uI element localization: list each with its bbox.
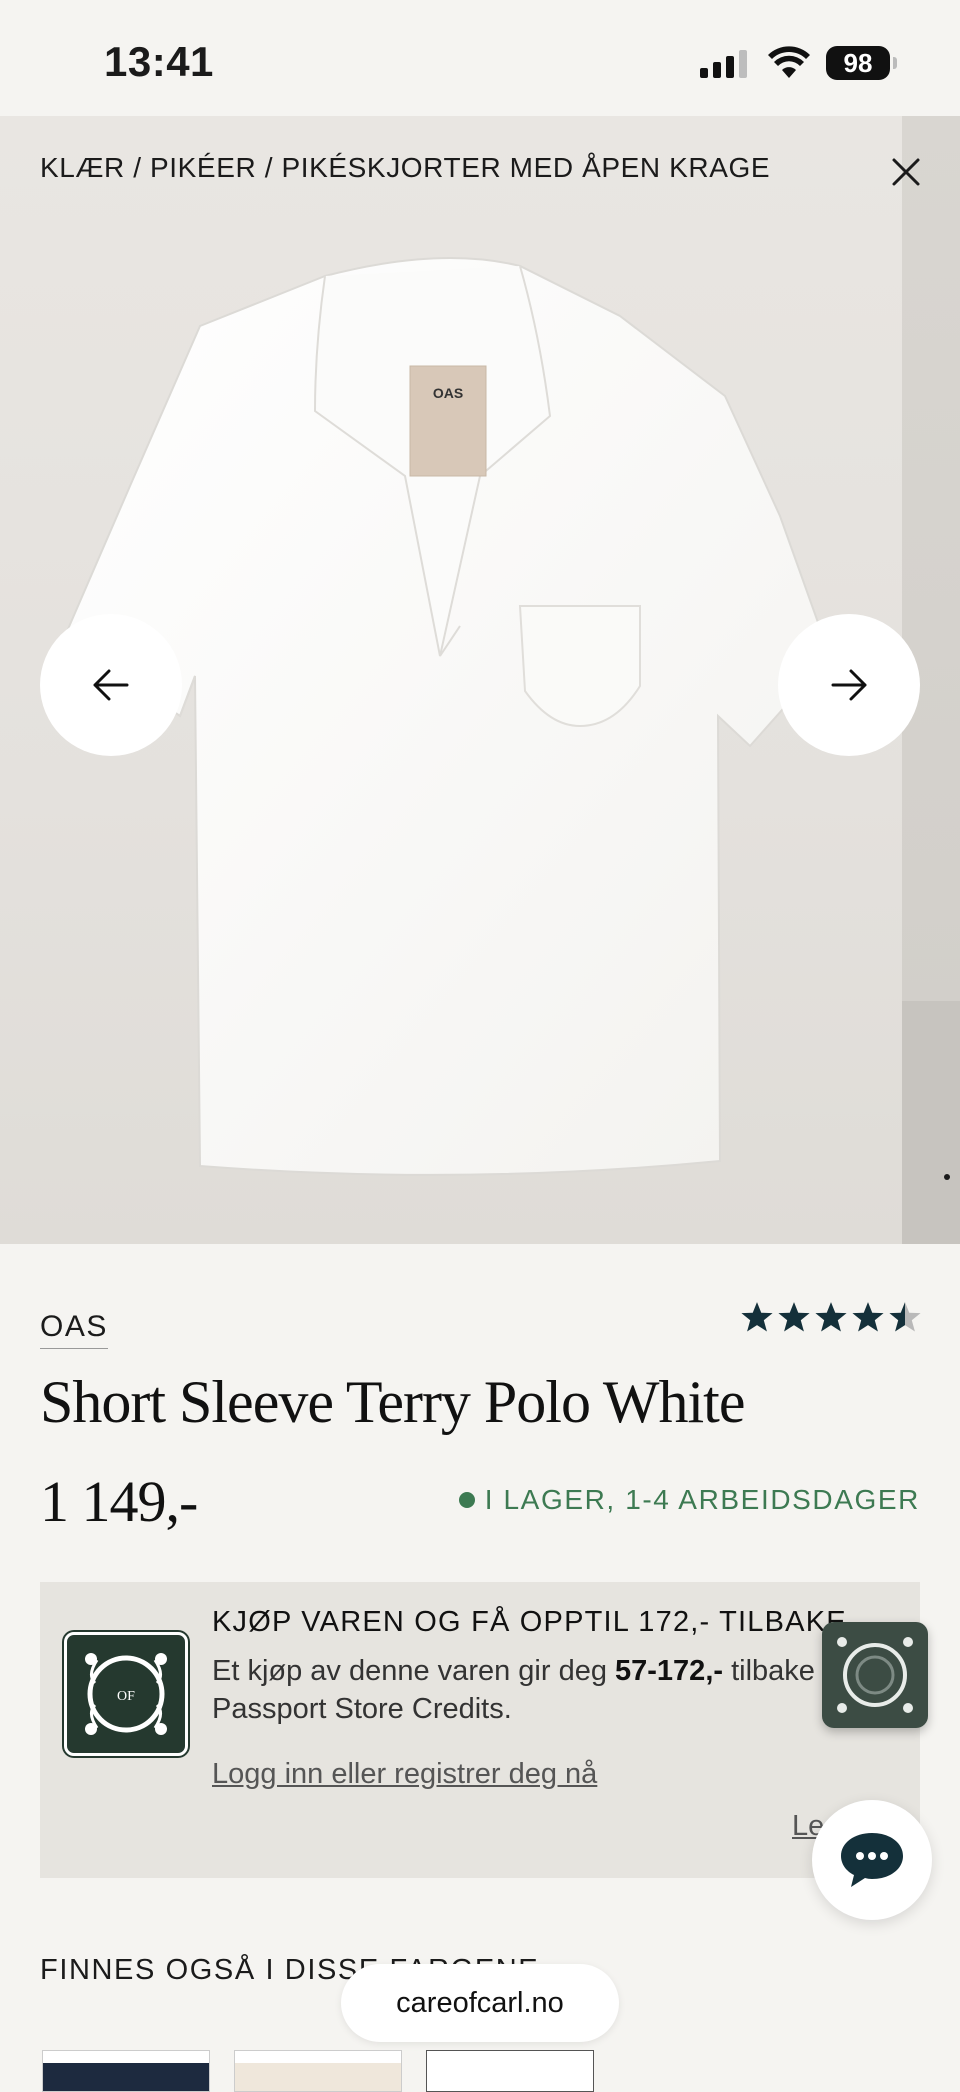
browser-url-bar[interactable]: careofcarl.no [341, 1964, 619, 2042]
login-register-link[interactable]: Logg inn eller registrer deg nå [212, 1758, 597, 1791]
star-icon [778, 1302, 810, 1332]
color-swatch-white[interactable] [426, 2050, 594, 2092]
star-icon [852, 1302, 884, 1332]
close-icon[interactable] [886, 152, 926, 192]
product-title: Short Sleeve Terry Polo White [40, 1369, 745, 1435]
cellular-signal-icon [700, 50, 747, 78]
stock-status-text: I LAGER, 1-4 ARBEIDSDAGER [484, 1484, 920, 1515]
passport-floating-badge[interactable] [822, 1622, 928, 1728]
clock: 13:41 [104, 38, 214, 85]
product-price: 1 149,- [40, 1469, 198, 1534]
status-bar: 13:41 98 [0, 0, 960, 116]
credit-amount: 57-172,- [615, 1655, 724, 1687]
chat-button[interactable] [812, 1800, 932, 1920]
carousel-indicator-dot [944, 1174, 950, 1180]
promo-description: Et kjøp av denne varen gir deg 57-172,- … [212, 1655, 830, 1725]
battery-indicator: 98 [826, 46, 890, 80]
arrow-left-icon [93, 669, 129, 701]
next-image-button[interactable] [778, 614, 920, 756]
wifi-icon [768, 46, 810, 78]
stock-status: I LAGER, 1-4 ARBEIDSDAGER [458, 1484, 920, 1516]
store-credits-promo: OF KJØP VAREN OG FÅ OPPTIL 172,- TILBAKE… [40, 1582, 920, 1878]
half-star-icon [889, 1302, 921, 1332]
brand-link[interactable]: OAS [40, 1310, 108, 1349]
battery-tip [893, 57, 897, 69]
svg-text:OF: OF [117, 1689, 135, 1704]
previous-image-button[interactable] [40, 614, 182, 756]
star-icon [815, 1302, 847, 1332]
rating-stars[interactable] [740, 1300, 922, 1334]
product-image-gallery[interactable]: OAS KLÆR / PIKÉER / PIKÉSKJORTER MED ÅPE… [0, 116, 960, 1244]
promo-heading: KJØP VAREN OG FÅ OPPTIL 172,- TILBAKE [212, 1606, 847, 1638]
star-icon [741, 1302, 773, 1332]
color-swatch-beige[interactable] [234, 2050, 402, 2092]
chat-bubble-icon [841, 1833, 903, 1887]
arrow-right-icon [831, 669, 867, 701]
clothing-label-text: OAS [433, 385, 463, 401]
in-stock-dot-icon [458, 1492, 475, 1508]
breadcrumb[interactable]: KLÆR / PIKÉER / PIKÉSKJORTER MED ÅPEN KR… [40, 152, 770, 184]
color-swatch-navy[interactable] [42, 2050, 210, 2092]
passport-logo-icon: OF [64, 1632, 188, 1756]
